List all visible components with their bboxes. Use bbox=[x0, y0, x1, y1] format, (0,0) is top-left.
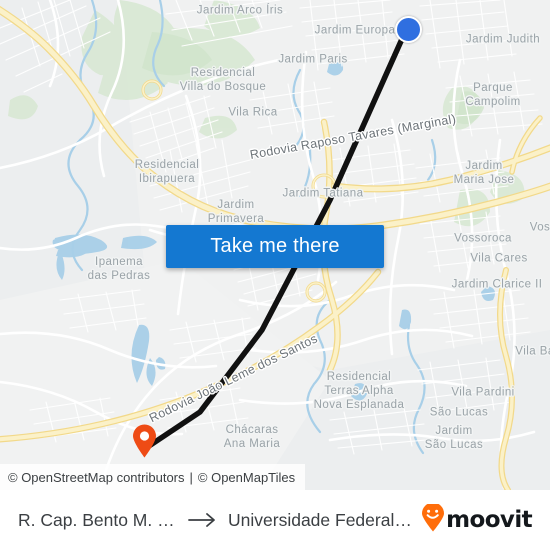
take-me-there-label: Take me there bbox=[210, 235, 340, 257]
openmaptiles-attribution-link[interactable]: © OpenMapTiles bbox=[198, 470, 295, 485]
take-me-there-button[interactable]: Take me there bbox=[166, 225, 384, 268]
trip-origin-label[interactable]: R. Cap. Bento M. J... bbox=[18, 510, 178, 531]
moovit-trip-map-screen: Rodovia Raposo Tavares (Marginal) Rodovi… bbox=[0, 0, 550, 550]
osm-attribution-link[interactable]: © OpenStreetMap contributors bbox=[8, 470, 185, 485]
origin-marker[interactable] bbox=[132, 424, 157, 458]
moovit-logo[interactable]: moovit bbox=[421, 502, 533, 537]
map-canvas[interactable]: Rodovia Raposo Tavares (Marginal) Rodovi… bbox=[0, 0, 550, 490]
trip-endpoints[interactable]: R. Cap. Bento M. J... Universidade Feder… bbox=[18, 510, 415, 531]
arrow-right-icon bbox=[188, 512, 218, 528]
map-attribution: © OpenStreetMap contributors | © OpenMap… bbox=[0, 464, 306, 490]
moovit-pin-icon bbox=[421, 502, 445, 537]
trip-destination-label[interactable]: Universidade Federal De São ... bbox=[228, 510, 415, 531]
attribution-separator: | bbox=[189, 469, 193, 485]
destination-marker[interactable] bbox=[395, 16, 422, 43]
moovit-wordmark: moovit bbox=[446, 507, 532, 533]
map-pin-icon bbox=[133, 424, 156, 458]
trip-summary-bar: R. Cap. Bento M. J... Universidade Feder… bbox=[0, 490, 550, 550]
